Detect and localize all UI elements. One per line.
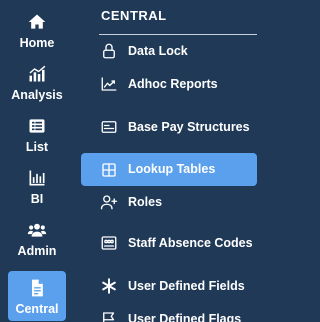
- menu-item-staff-absence-codes[interactable]: Staff Absence Codes: [81, 222, 257, 264]
- user-plus-icon: [99, 192, 119, 212]
- table-icon: [99, 160, 119, 180]
- menu-item-base-pay-structures[interactable]: Base Pay Structures: [81, 106, 257, 148]
- rail-item-analysis[interactable]: Analysis: [8, 56, 66, 108]
- list-icon: [26, 115, 48, 137]
- menu-item-lookup-tables[interactable]: Lookup Tables: [81, 153, 257, 186]
- primary-nav-rail: Home Analysis List BI Admin Central: [0, 0, 77, 322]
- rail-item-bi[interactable]: BI: [8, 160, 66, 212]
- menu-item-label: Lookup Tables: [128, 162, 216, 176]
- asterisk-icon: [99, 276, 119, 296]
- users-grid-icon: [99, 233, 119, 253]
- rail-item-label: Analysis: [11, 87, 63, 102]
- rail-item-label: List: [25, 139, 49, 154]
- panel-title: CENTRAL: [101, 8, 167, 23]
- menu-item-user-defined-flags[interactable]: User Defined Flags: [81, 306, 257, 322]
- rail-item-label: Central: [15, 301, 59, 316]
- menu-item-label: Roles: [128, 194, 163, 209]
- analysis-icon: [26, 63, 48, 85]
- line-chart-icon: [99, 74, 119, 94]
- menu-item-data-lock[interactable]: Data Lock: [81, 38, 257, 64]
- central-submenu-panel: CENTRAL Data Lock Adhoc Reports Base Pay…: [77, 0, 264, 322]
- rail-item-home[interactable]: Home: [8, 4, 66, 56]
- menu-item-roles[interactable]: Roles: [81, 189, 257, 215]
- menu-item-label: Staff Absence Codes: [128, 235, 253, 250]
- rail-item-label: BI: [30, 191, 44, 206]
- rail-item-admin[interactable]: Admin: [8, 212, 66, 264]
- flag-icon: [99, 309, 119, 322]
- menu-item-adhoc-reports[interactable]: Adhoc Reports: [81, 71, 257, 97]
- admin-users-icon: [26, 219, 48, 241]
- menu-item-label: User Defined Flags: [128, 311, 242, 322]
- home-icon: [26, 11, 48, 33]
- menu-item-label: Base Pay Structures: [128, 119, 250, 134]
- menu-item-label: User Defined Fields: [128, 278, 245, 293]
- id-card-icon: [99, 117, 119, 137]
- divider: [99, 34, 257, 35]
- rail-item-label: Home: [19, 35, 55, 50]
- rail-item-list[interactable]: List: [8, 108, 66, 160]
- menu-item-user-defined-fields[interactable]: User Defined Fields: [81, 273, 257, 299]
- bi-chart-icon: [26, 167, 48, 189]
- rail-item-central[interactable]: Central: [8, 271, 66, 321]
- menu-item-label: Data Lock: [128, 43, 188, 58]
- rail-item-label: Admin: [17, 243, 57, 258]
- lock-icon: [99, 41, 119, 61]
- menu-item-label: Adhoc Reports: [128, 76, 218, 91]
- document-icon: [26, 277, 48, 299]
